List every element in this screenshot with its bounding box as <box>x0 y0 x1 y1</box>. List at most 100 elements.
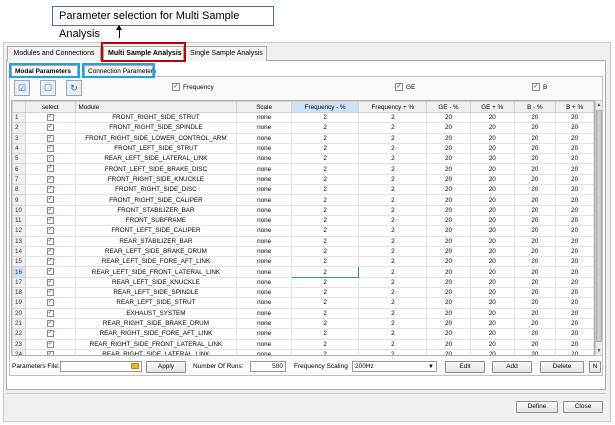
ge-plus-cell[interactable]: 20 <box>469 173 515 186</box>
scroll-down-icon[interactable]: ▼ <box>596 347 602 355</box>
module-cell[interactable]: REAR_RIGHT_SIDE_LATERAL_LINK <box>74 348 238 355</box>
frequency-minus-cell[interactable]: 2 <box>290 122 360 134</box>
col-header-b-plus[interactable]: B + % <box>555 101 594 113</box>
scale-cell[interactable]: none <box>236 348 292 355</box>
col-header-frequency-minus[interactable]: Frequency - % <box>290 101 360 113</box>
scale-cell[interactable]: none <box>236 256 292 268</box>
scale-cell[interactable]: none <box>236 276 292 289</box>
row-select-checkbox[interactable]: ✓ <box>46 124 54 132</box>
col-header-module[interactable]: Module <box>74 101 238 113</box>
select-cell[interactable]: ✓ <box>24 328 76 340</box>
ge-plus-cell[interactable]: 20 <box>469 122 515 134</box>
ge-minus-cell[interactable]: 20 <box>426 184 471 196</box>
ge-plus-cell[interactable]: 20 <box>469 194 515 206</box>
select-cell[interactable]: ✓ <box>24 266 76 278</box>
ge-minus-cell[interactable]: 20 <box>426 122 471 134</box>
frequency-minus-cell[interactable]: 2 <box>290 194 360 206</box>
b-plus-cell[interactable]: 20 <box>555 256 594 268</box>
tab-single-sample-analysis[interactable]: Single Sample Analysis <box>185 46 267 61</box>
b-plus-cell[interactable]: 20 <box>555 132 594 144</box>
frequency-plus-cell[interactable]: 2 <box>358 245 428 258</box>
b-plus-cell[interactable]: 20 <box>555 173 594 186</box>
b-minus-cell[interactable]: 20 <box>513 348 557 355</box>
table-row[interactable]: 16 ✓ REAR_LEFT_SIDE_FRONT_LATERAL_LINK none… <box>12 266 594 278</box>
table-row[interactable]: 1 ✓ FRONT_RIGHT_SIDE_STRUT none 2 2 20 20 20 20 <box>12 111 594 124</box>
ge-minus-cell[interactable]: 20 <box>426 328 471 340</box>
b-plus-cell[interactable]: 20 <box>555 348 594 355</box>
frequency-minus-cell[interactable]: 2 <box>290 266 360 278</box>
row-select-checkbox[interactable]: ✓ <box>46 319 54 327</box>
module-cell[interactable]: EXHAUST_SYSTEM <box>74 307 238 319</box>
ge-minus-cell[interactable]: 20 <box>426 317 471 330</box>
row-select-checkbox[interactable]: ✓ <box>46 350 54 355</box>
filter-frequency[interactable]: ✓ Frequency <box>172 83 214 91</box>
ge-plus-cell[interactable]: 20 <box>469 276 515 289</box>
frequency-plus-cell[interactable]: 2 <box>358 287 428 299</box>
module-cell[interactable]: FRONT_RIGHT_SIDE_DISC <box>74 184 238 196</box>
b-minus-cell[interactable]: 20 <box>513 328 557 340</box>
ge-plus-cell[interactable]: 20 <box>469 287 515 299</box>
select-cell[interactable]: ✓ <box>24 173 76 186</box>
frequency-plus-cell[interactable]: 2 <box>358 214 428 227</box>
module-cell[interactable]: REAR_LEFT_SIDE_FRONT_LATERAL_LINK <box>74 266 238 278</box>
module-cell[interactable]: REAR_LEFT_SIDE_KNUCKLE <box>74 276 238 289</box>
params-file-input[interactable] <box>60 361 142 372</box>
table-row[interactable]: 12 ✓ FRONT_LEFT_SIDE_CALIPER none 2 2 20 20 20 20 <box>12 225 594 237</box>
ge-plus-cell[interactable]: 20 <box>469 245 515 258</box>
module-cell[interactable]: REAR_RIGHT_SIDE_FORE_AFT_LINK <box>74 328 238 340</box>
table-row[interactable]: 7 ✓ FRONT_RIGHT_SIDE_KNUCKLE none 2 2 20 20 20 20 <box>12 173 594 186</box>
table-row[interactable]: 23 ✓ REAR_RIGHT_SIDE_FRONT_LATERAL_LINK non… <box>12 338 594 350</box>
b-minus-cell[interactable]: 20 <box>513 132 557 144</box>
scale-cell[interactable]: none <box>236 297 292 309</box>
b-plus-cell[interactable]: 20 <box>555 307 594 319</box>
b-plus-cell[interactable]: 20 <box>555 142 594 155</box>
select-all-icon[interactable]: ☑ <box>14 80 30 96</box>
module-cell[interactable]: REAR_RIGHT_SIDE_BRAKE_DRUM <box>74 317 238 330</box>
module-cell[interactable]: FRONT_STABILIZER_BAR <box>74 204 238 216</box>
b-plus-cell[interactable]: 20 <box>555 163 594 175</box>
row-select-checkbox[interactable]: ✓ <box>46 268 54 276</box>
col-header-b-minus[interactable]: B - % <box>513 101 557 113</box>
b-minus-cell[interactable]: 20 <box>513 111 557 124</box>
add-button[interactable]: Add <box>492 361 532 373</box>
edit-button[interactable]: Edit <box>445 361 485 373</box>
module-cell[interactable]: REAR_STABILIZER_BAR <box>74 235 238 247</box>
refresh-icon[interactable]: ↻ <box>66 80 82 96</box>
row-select-checkbox[interactable]: ✓ <box>46 113 54 121</box>
apply-button[interactable]: Apply <box>146 361 186 373</box>
scale-cell[interactable]: none <box>236 153 292 165</box>
frequency-minus-cell[interactable]: 2 <box>290 204 360 216</box>
table-row[interactable]: 9 ✓ FRONT_RIGHT_SIDE_CALIPER none 2 2 20 20 20 20 <box>12 194 594 206</box>
select-cell[interactable]: ✓ <box>24 287 76 299</box>
frequency-plus-cell[interactable]: 2 <box>358 142 428 155</box>
module-cell[interactable]: FRONT_LEFT_SIDE_STRUT <box>74 142 238 155</box>
ge-minus-cell[interactable]: 20 <box>426 235 471 247</box>
frequency-plus-cell[interactable]: 2 <box>358 266 428 278</box>
frequency-plus-cell[interactable]: 2 <box>358 163 428 175</box>
select-cell[interactable]: ✓ <box>24 338 76 350</box>
scroll-up-icon[interactable]: ▲ <box>596 101 602 109</box>
frequency-plus-cell[interactable]: 2 <box>358 348 428 355</box>
module-cell[interactable]: FRONT_RIGHT_SIDE_SPINDLE <box>74 122 238 134</box>
delete-button[interactable]: Delete <box>540 361 584 373</box>
frequency-minus-cell[interactable]: 2 <box>290 214 360 227</box>
ge-plus-cell[interactable]: 20 <box>469 328 515 340</box>
table-row[interactable]: 20 ✓ EXHAUST_SYSTEM none 2 2 20 20 20 20 <box>12 307 594 319</box>
ge-minus-cell[interactable]: 20 <box>426 287 471 299</box>
ge-plus-cell[interactable]: 20 <box>469 184 515 196</box>
ge-minus-cell[interactable]: 20 <box>426 163 471 175</box>
frequency-plus-cell[interactable]: 2 <box>358 194 428 206</box>
col-header-select[interactable]: select <box>24 101 76 113</box>
frequency-minus-cell[interactable]: 2 <box>290 256 360 268</box>
module-cell[interactable]: REAR_LEFT_SIDE_FORE_AFT_LINK <box>74 256 238 268</box>
table-row[interactable]: 6 ✓ FRONT_LEFT_SIDE_BRAKE_DISC none 2 2 20 20 20… <box>12 163 594 175</box>
module-cell[interactable]: FRONT_RIGHT_SIDE_STRUT <box>74 111 238 124</box>
b-minus-cell[interactable]: 20 <box>513 307 557 319</box>
ge-minus-cell[interactable]: 20 <box>426 245 471 258</box>
filter-ge[interactable]: ✓ GE <box>395 83 415 91</box>
select-cell[interactable]: ✓ <box>24 163 76 175</box>
b-minus-cell[interactable]: 20 <box>513 163 557 175</box>
table-row[interactable]: 21 ✓ REAR_RIGHT_SIDE_BRAKE_DRUM none 2 2 20 20 2… <box>12 317 594 330</box>
runs-input[interactable]: 500 <box>250 361 286 372</box>
col-header-ge-minus[interactable]: GE - % <box>426 101 471 113</box>
